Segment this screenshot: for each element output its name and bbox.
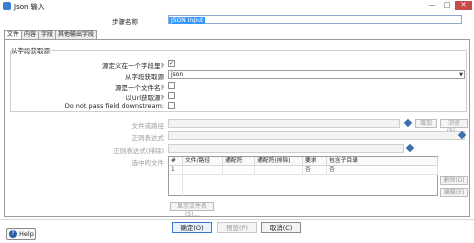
field-source-select[interactable]: json ▼ — [168, 70, 465, 79]
table-cell-index: 1 — [169, 166, 183, 175]
is-url-label: 以Url获取源? — [125, 94, 164, 102]
selected-files-label: 选中的文件 — [131, 159, 165, 167]
is-url-checkbox[interactable] — [168, 92, 175, 99]
help-label: Help — [19, 230, 34, 238]
table-cell-wildcard[interactable] — [223, 166, 255, 175]
close-button[interactable]: ✕ — [455, 1, 472, 10]
table-cell-exclude-wildcard[interactable] — [255, 166, 303, 175]
preview-button[interactable]: 预览(P) — [217, 222, 257, 233]
tab-content[interactable]: 内容 — [21, 30, 40, 39]
cancel-button[interactable]: 取消(C) — [261, 222, 301, 233]
show-filenames-button[interactable]: 显示文件名(S)... — [170, 202, 214, 218]
footer-divider — [0, 219, 474, 220]
edit-button[interactable]: 编辑(E) — [440, 188, 468, 197]
step-name-input[interactable]: JSON Input — [168, 15, 462, 24]
browse-button[interactable]: 浏览(B)... — [440, 119, 468, 135]
table-cell-file[interactable] — [183, 166, 223, 175]
filename-label: 文件或路径 — [131, 122, 165, 130]
chevron-down-icon: ▼ — [459, 72, 463, 78]
field-source-value: json — [171, 71, 184, 78]
is-from-field-checkbox[interactable]: ✓ — [168, 60, 175, 67]
title-bar: Json 输入 — □ ✕ — [0, 0, 474, 13]
window-controls: — □ ✕ — [425, 1, 472, 10]
tab-fields[interactable]: 字段 — [38, 30, 57, 39]
column-header-file[interactable]: 文件/路径 — [183, 157, 223, 166]
window-title: Json 输入 — [14, 3, 45, 11]
exclude-regex-input[interactable] — [168, 144, 404, 153]
is-filename-label: 源是一个文件名? — [115, 84, 164, 92]
app-icon — [3, 2, 11, 10]
filename-input[interactable] — [168, 119, 400, 128]
help-button[interactable]: ? Help — [6, 228, 36, 240]
no-pass-downstream-checkbox[interactable] — [168, 102, 175, 109]
exclude-regex-label: 正则表达式(排除) — [113, 147, 164, 155]
tab-additional-output-fields[interactable]: 其他输出字段 — [55, 30, 98, 39]
regex-label: 正则表达式 — [131, 134, 165, 142]
is-from-field-label: 源定义在一个字段里? — [102, 62, 164, 70]
column-header-wildcard[interactable]: 通配符 — [223, 157, 255, 166]
regex-input[interactable] — [168, 131, 465, 140]
add-button[interactable]: 增加 — [415, 119, 437, 128]
is-filename-checkbox[interactable] — [168, 82, 175, 89]
selected-files-table: # 文件/路径 通配符 通配符(排除) 要求 包含子目录 1 否 否 — [168, 156, 438, 196]
column-header-include-subfolders[interactable]: 包含子目录 — [327, 157, 438, 166]
maximize-button[interactable]: □ — [440, 1, 454, 10]
table-cell-include-subfolders[interactable]: 否 — [327, 166, 438, 175]
no-pass-downstream-label: Do not pass field downstream: — [64, 102, 164, 110]
column-header-required[interactable]: 要求 — [303, 157, 327, 166]
step-name-value: JSON Input — [169, 17, 206, 24]
step-name-label: 步骤名称 — [112, 18, 138, 26]
column-header-index: # — [169, 157, 183, 166]
table-cell-required[interactable]: 否 — [303, 166, 327, 175]
table-empty-area — [169, 175, 183, 196]
ok-button[interactable]: 确定(O) — [172, 222, 212, 233]
column-header-exclude-wildcard[interactable]: 通配符(排除) — [255, 157, 303, 166]
field-source-label: 从字段获取源 — [125, 73, 164, 81]
minimize-button[interactable]: — — [425, 1, 439, 10]
help-icon: ? — [9, 230, 17, 238]
delete-button[interactable]: 删除(D) — [440, 176, 468, 185]
